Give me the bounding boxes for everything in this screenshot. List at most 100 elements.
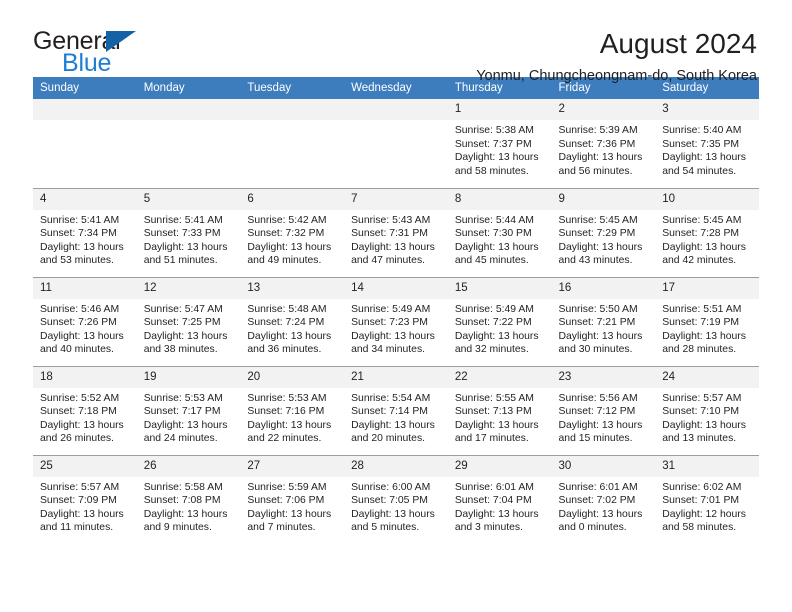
day-number: 30	[551, 455, 656, 477]
daylight-duration-line1: Daylight: 13 hours	[351, 241, 435, 253]
day-number: 18	[33, 366, 137, 388]
daylight-duration-line1: Daylight: 13 hours	[351, 508, 435, 520]
calendar-day-cell[interactable]: 18 Sunrise: 5:52 AM Sunset: 7:18 PM Dayligh…	[33, 365, 137, 455]
daylight-duration-line2: and 32 minutes.	[454, 344, 529, 356]
calendar-day-cell[interactable]: 23 Sunrise: 5:56 AM Sunset: 7:12 PM Dayligh…	[551, 365, 656, 455]
calendar-day-cell[interactable]: 9 Sunrise: 5:45 AM Sunset: 7:29 PM Daylight…	[551, 187, 656, 277]
calendar-day-cell[interactable]: 15 Sunrise: 5:49 AM Sunset: 7:22 PM Dayligh…	[447, 276, 552, 366]
sunrise-time: Sunrise: 5:48 AM	[247, 303, 327, 315]
day-sun-info: Sunrise: 6:01 AM Sunset: 7:02 PM Daylight:…	[552, 477, 656, 535]
sunset-time: Sunset: 7:32 PM	[247, 228, 325, 240]
day-number: 1	[447, 99, 552, 120]
sunset-time: Sunset: 7:29 PM	[558, 228, 636, 240]
daylight-duration-line1: Daylight: 13 hours	[40, 419, 124, 431]
sunset-time: Sunset: 7:05 PM	[351, 495, 428, 507]
sunset-time: Sunset: 7:28 PM	[662, 228, 740, 240]
sunset-time: Sunset: 7:30 PM	[454, 228, 532, 240]
calendar-day-cell[interactable]: 1 Sunrise: 5:38 AM Sunset: 7:37 PM Daylight…	[447, 99, 552, 188]
day-number: 12	[136, 277, 241, 299]
day-number: 17	[655, 277, 759, 299]
day-number: 24	[655, 366, 759, 388]
weekday-header-sunday: Sunday	[33, 77, 137, 99]
sunrise-time: Sunrise: 5:38 AM	[454, 125, 534, 136]
calendar-day-cell[interactable]: 13 Sunrise: 5:48 AM Sunset: 7:24 PM Dayligh…	[240, 276, 345, 366]
calendar-week-row: 11 Sunrise: 5:46 AM Sunset: 7:26 PM Dayligh…	[33, 276, 759, 366]
daylight-duration-line1: Daylight: 13 hours	[662, 330, 746, 342]
calendar-day-cell[interactable]: 28 Sunrise: 6:00 AM Sunset: 7:05 PM Dayligh…	[344, 454, 448, 544]
day-sun-info: Sunrise: 5:41 AM Sunset: 7:33 PM Daylight:…	[137, 210, 241, 268]
sunset-time: Sunset: 7:13 PM	[454, 406, 532, 418]
sunset-time: Sunset: 7:34 PM	[40, 228, 117, 240]
daylight-duration-line2: and 47 minutes.	[351, 255, 426, 267]
calendar-day-cell[interactable]: 8 Sunrise: 5:44 AM Sunset: 7:30 PM Daylight…	[447, 187, 552, 277]
calendar-day-cell[interactable]: 21 Sunrise: 5:54 AM Sunset: 7:14 PM Dayligh…	[344, 365, 448, 455]
calendar-day-cell[interactable]: 31 Sunrise: 6:02 AM Sunset: 7:01 PM Dayligh…	[655, 454, 759, 544]
daylight-duration-line1: Daylight: 13 hours	[143, 241, 228, 253]
day-number: 7	[344, 188, 448, 210]
general-blue-logo[interactable]: General Blue	[33, 27, 183, 79]
calendar-day-cell[interactable]: 4 Sunrise: 5:41 AM Sunset: 7:34 PM Daylight…	[33, 187, 137, 277]
day-sun-info: Sunrise: 5:41 AM Sunset: 7:34 PM Daylight:…	[33, 210, 137, 268]
sunset-time: Sunset: 7:36 PM	[558, 138, 636, 150]
calendar-body: 1 Sunrise: 5:38 AM Sunset: 7:37 PM Daylight…	[33, 99, 759, 544]
daylight-duration-line1: Daylight: 13 hours	[247, 508, 332, 520]
calendar-day-cell[interactable]: 22 Sunrise: 5:55 AM Sunset: 7:13 PM Dayligh…	[447, 365, 552, 455]
day-number: 20	[240, 366, 345, 388]
daylight-duration-line2: and 30 minutes.	[558, 344, 633, 356]
sunset-time: Sunset: 7:37 PM	[454, 138, 532, 150]
calendar-day-cell[interactable]: 26 Sunrise: 5:58 AM Sunset: 7:08 PM Dayligh…	[136, 454, 241, 544]
sunrise-time: Sunrise: 5:46 AM	[40, 303, 120, 315]
calendar-day-cell[interactable]: 2 Sunrise: 5:39 AM Sunset: 7:36 PM Daylight…	[551, 99, 656, 188]
calendar-day-cell[interactable]: 6 Sunrise: 5:42 AM Sunset: 7:32 PM Daylight…	[240, 187, 345, 277]
daylight-duration-line2: and 54 minutes.	[662, 165, 737, 177]
calendar-day-cell[interactable]: 3 Sunrise: 5:40 AM Sunset: 7:35 PM Daylight…	[655, 99, 759, 188]
day-number: 8	[447, 188, 552, 210]
calendar-day-cell[interactable]: 19 Sunrise: 5:53 AM Sunset: 7:17 PM Dayligh…	[136, 365, 241, 455]
calendar-day-cell[interactable]: 10 Sunrise: 5:45 AM Sunset: 7:28 PM Dayligh…	[655, 187, 759, 277]
calendar-day-cell[interactable]: 24 Sunrise: 5:57 AM Sunset: 7:10 PM Dayligh…	[655, 365, 759, 455]
sunset-time: Sunset: 7:04 PM	[454, 495, 532, 507]
day-number: 15	[447, 277, 552, 299]
daylight-duration-line1: Daylight: 13 hours	[558, 330, 643, 342]
day-number: 6	[240, 188, 345, 210]
calendar-cell-empty	[33, 99, 137, 188]
day-sun-info: Sunrise: 5:47 AM Sunset: 7:25 PM Daylight:…	[137, 299, 241, 357]
daylight-duration-line1: Daylight: 13 hours	[351, 419, 435, 431]
daylight-duration-line2: and 26 minutes.	[40, 433, 114, 445]
calendar-day-cell[interactable]: 20 Sunrise: 5:53 AM Sunset: 7:16 PM Dayligh…	[240, 365, 345, 455]
calendar-day-cell[interactable]: 5 Sunrise: 5:41 AM Sunset: 7:33 PM Daylight…	[136, 187, 241, 277]
calendar-day-cell[interactable]: 29 Sunrise: 6:01 AM Sunset: 7:04 PM Dayligh…	[447, 454, 552, 544]
sunset-time: Sunset: 7:12 PM	[558, 406, 636, 418]
calendar-day-cell[interactable]: 11 Sunrise: 5:46 AM Sunset: 7:26 PM Dayligh…	[33, 276, 137, 366]
day-sun-info: Sunrise: 5:43 AM Sunset: 7:31 PM Daylight:…	[344, 210, 448, 268]
day-number: 27	[240, 455, 345, 477]
daylight-duration-line2: and 15 minutes.	[558, 433, 633, 445]
sunrise-time: Sunrise: 5:57 AM	[662, 392, 742, 404]
calendar-day-cell[interactable]: 7 Sunrise: 5:43 AM Sunset: 7:31 PM Daylight…	[344, 187, 448, 277]
title-block: August 2024 Yonmu, Chungcheongnam-do, So…	[476, 27, 759, 86]
sunset-time: Sunset: 7:25 PM	[143, 317, 221, 329]
day-number: 23	[551, 366, 656, 388]
calendar-day-cell[interactable]: 27 Sunrise: 5:59 AM Sunset: 7:06 PM Dayligh…	[240, 454, 345, 544]
calendar-day-cell[interactable]: 25 Sunrise: 5:57 AM Sunset: 7:09 PM Dayligh…	[33, 454, 137, 544]
sunset-time: Sunset: 7:10 PM	[662, 406, 740, 418]
day-number: 14	[344, 277, 448, 299]
daylight-duration-line1: Daylight: 13 hours	[247, 419, 332, 431]
day-number: 5	[136, 188, 241, 210]
calendar-day-cell[interactable]: 12 Sunrise: 5:47 AM Sunset: 7:25 PM Dayligh…	[136, 276, 241, 366]
calendar-day-cell[interactable]: 14 Sunrise: 5:49 AM Sunset: 7:23 PM Dayligh…	[344, 276, 448, 366]
calendar-day-cell[interactable]: 30 Sunrise: 6:01 AM Sunset: 7:02 PM Dayligh…	[551, 454, 656, 544]
day-number	[344, 99, 448, 120]
daylight-duration-line2: and 38 minutes.	[143, 344, 218, 356]
sunset-time: Sunset: 7:06 PM	[247, 495, 325, 507]
sunrise-time: Sunrise: 5:52 AM	[40, 392, 120, 404]
page-subtitle: Yonmu, Chungcheongnam-do, South Korea	[476, 68, 757, 84]
calendar-day-cell[interactable]: 16 Sunrise: 5:50 AM Sunset: 7:21 PM Dayligh…	[551, 276, 656, 366]
page-header: General Blue August 2024 Yonmu, Chungche…	[33, 0, 759, 84]
weekday-header-monday: Monday	[136, 77, 241, 99]
calendar-day-cell[interactable]: 17 Sunrise: 5:51 AM Sunset: 7:19 PM Dayligh…	[655, 276, 759, 366]
calendar-cell-empty	[136, 99, 241, 188]
daylight-duration-line1: Daylight: 13 hours	[558, 241, 643, 253]
daylight-duration-line1: Daylight: 13 hours	[454, 419, 539, 431]
day-sun-info: Sunrise: 5:57 AM Sunset: 7:09 PM Daylight:…	[33, 477, 137, 535]
